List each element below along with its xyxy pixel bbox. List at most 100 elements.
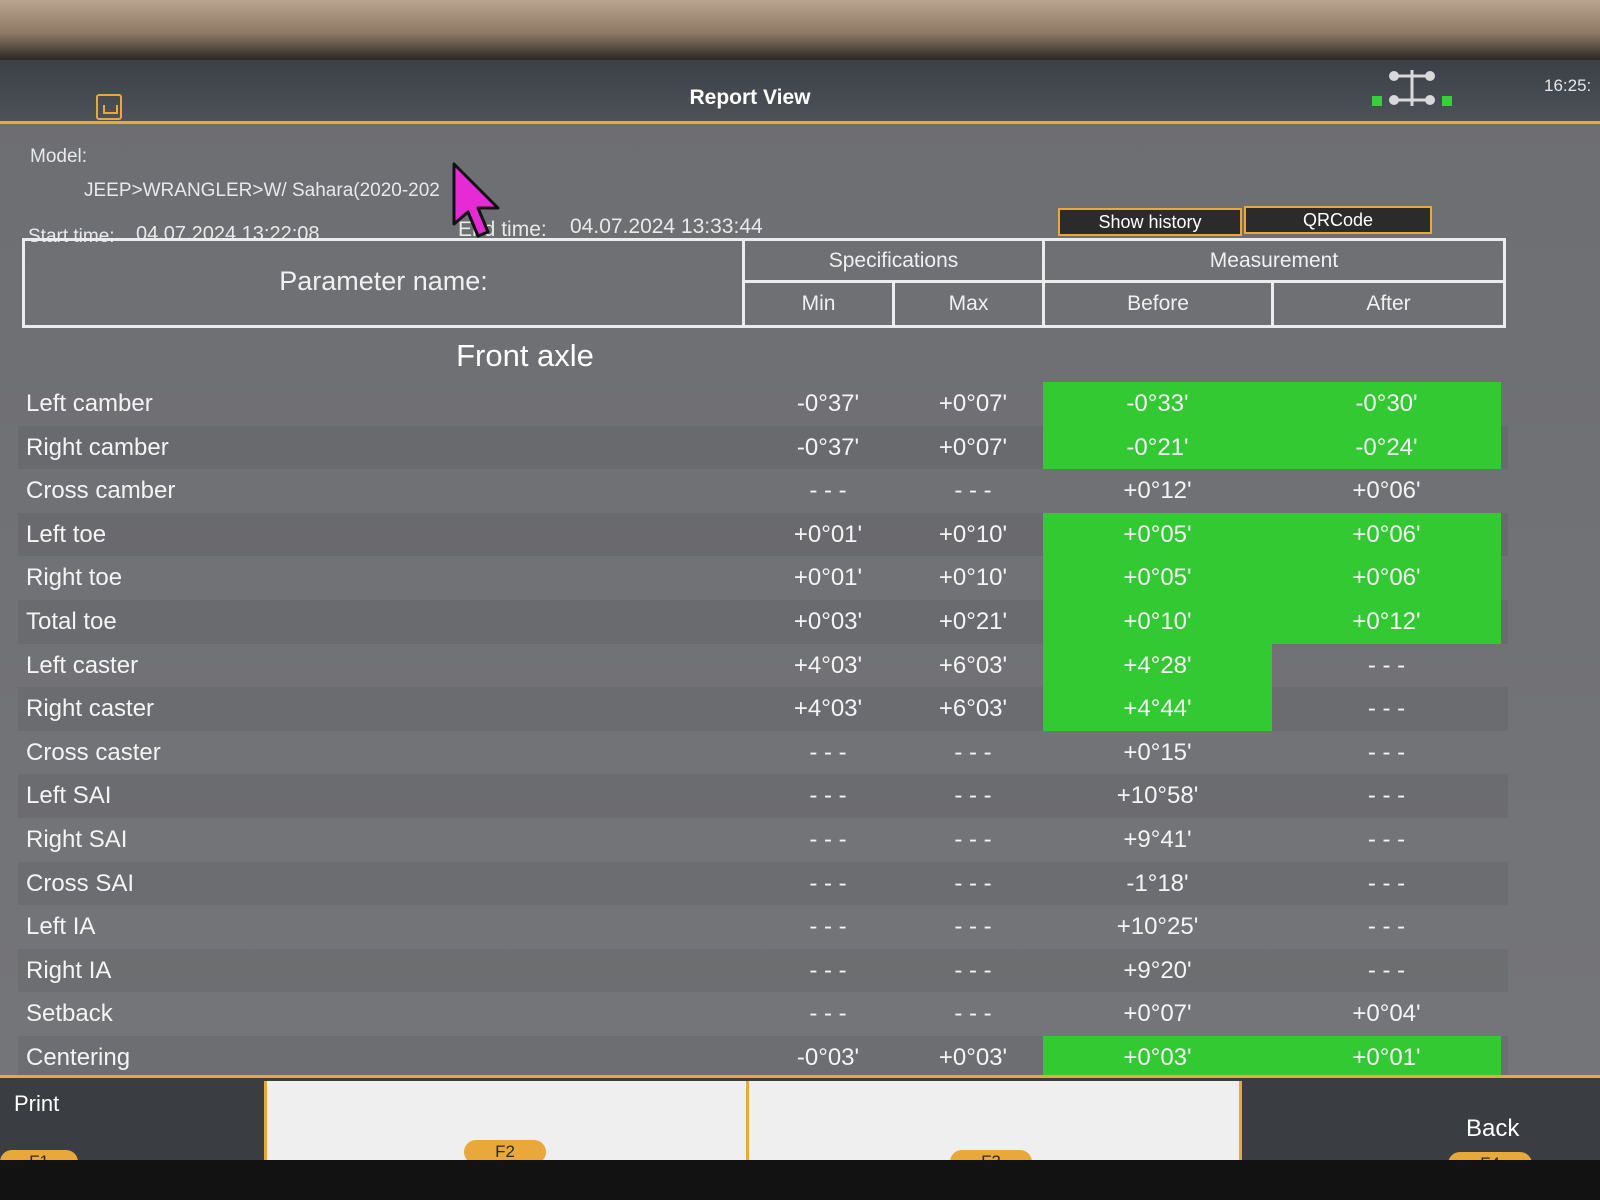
before-header: Before (1045, 283, 1274, 325)
model-value: JEEP>WRANGLER>W/ Sahara(2020-202 (84, 180, 440, 201)
before-value-cell: +0°07' (1123, 1000, 1192, 1028)
before-value-cell: -0°33' (1043, 382, 1272, 426)
table-row: Cross camber - - - - - - +0°12' +0°06' (18, 469, 1508, 513)
after-value-cell: -0°30' (1272, 382, 1501, 426)
before-value-cell: -0°21' (1043, 425, 1272, 470)
table-row: Right caster +4°03' +6°03' +4°44' - - - (18, 687, 1508, 731)
end-time-value: 04.07.2024 13:33:44 (570, 215, 763, 238)
parameter-name-cell: Setback (26, 1000, 113, 1028)
page-title: Report View (689, 86, 811, 109)
spec-max-cell: +0°07' (938, 433, 1008, 461)
parameter-name-cell: Right SAI (26, 825, 128, 853)
spec-min-cell: +0°01' (793, 564, 863, 592)
spec-max-cell: - - - (954, 869, 992, 897)
spec-min-cell: +4°03' (793, 651, 863, 679)
before-value-cell: +9°20' (1123, 956, 1192, 984)
parameter-name-cell: Total toe (26, 607, 117, 635)
show-history-button[interactable]: Show history (1058, 208, 1242, 236)
table-row: Right camber -0°37' +0°07' -0°21' -0°24' (18, 425, 1508, 470)
after-header: After (1366, 292, 1411, 315)
table-row: Total toe +0°03' +0°21' +0°10' +0°12' (18, 599, 1508, 644)
spec-min-cell: - - - (809, 913, 847, 941)
before-value-cell: +4°44' (1043, 687, 1272, 731)
spec-max-cell: - - - (954, 1000, 992, 1028)
table-row: Left SAI - - - - - - +10°58' - - - (18, 774, 1508, 818)
before-value-cell: +10°25' (1116, 913, 1199, 941)
after-value-cell: -0°24' (1272, 425, 1501, 470)
measurement-table: Left camber -0°37' +0°07' -0°33' -0°30' Right… (18, 382, 1508, 1080)
specifications-header: Specifications (745, 241, 1045, 283)
parameter-name-cell: Left SAI (26, 782, 112, 810)
table-row: Left IA - - - - - - +10°25' - - - (18, 905, 1508, 949)
clock: 16:25: (1544, 76, 1592, 95)
table-header: Parameter name: Specifications Measureme… (22, 238, 1506, 328)
axle-icon (1372, 70, 1452, 106)
after-value-cell: - - - (1367, 825, 1406, 853)
after-value-cell: - - - (1367, 913, 1406, 941)
spec-max-cell: - - - (954, 913, 992, 941)
report-view-screen: Report View 16:25: Model: JEEP>WRANGLER>… (0, 60, 1600, 1165)
table-row: Left caster +4°03' +6°03' +4°28' - - - (18, 643, 1508, 688)
spec-max-cell: +0°10' (938, 520, 1008, 548)
before-value-cell: +10°58' (1116, 782, 1199, 810)
after-value-cell: - - - (1367, 695, 1406, 723)
before-value-cell: +0°15' (1123, 738, 1192, 766)
after-value-cell: - - - (1367, 782, 1406, 810)
after-value-cell: +0°06' (1352, 477, 1421, 505)
spec-max-cell: +0°07' (938, 390, 1008, 417)
spec-min-cell: - - - (809, 825, 847, 853)
spec-min-cell: +0°01' (793, 520, 863, 548)
after-value-cell: +0°12' (1272, 599, 1501, 644)
before-value-cell: +0°03' (1043, 1035, 1272, 1080)
parameter-name-cell: Right IA (26, 956, 112, 984)
section-title: Front axle (456, 338, 594, 373)
spec-max-cell: +6°03' (938, 695, 1008, 723)
table-row: Right SAI - - - - - - +9°41' - - - (18, 818, 1508, 862)
parameter-name-cell: Right toe (26, 564, 123, 592)
parameter-name-cell: Left toe (26, 520, 107, 548)
after-value-cell: +0°04' (1352, 1000, 1421, 1028)
before-value-cell: +9°41' (1123, 825, 1192, 853)
report-icon[interactable] (96, 94, 122, 120)
before-value-cell: +0°05' (1043, 512, 1272, 557)
spec-max-cell: +0°21' (938, 607, 1008, 635)
parameter-name-cell: Left camber (26, 390, 153, 417)
spec-max-cell: +6°03' (938, 651, 1008, 679)
min-header: Min (745, 283, 895, 325)
before-value-cell: -1°18' (1126, 869, 1189, 897)
table-row: Right toe +0°01' +0°10' +0°05' +0°06' (18, 556, 1508, 600)
table-row: Cross caster - - - - - - +0°15' - - - (18, 731, 1508, 775)
before-value-cell: +0°05' (1043, 556, 1272, 600)
back-button[interactable]: Back (1466, 1115, 1519, 1143)
table-row: Left camber -0°37' +0°07' -0°33' -0°30' (18, 382, 1508, 426)
print-button[interactable]: Print (14, 1091, 59, 1117)
parameter-name-cell: Right camber (26, 433, 169, 461)
spec-max-cell: +0°10' (938, 564, 1008, 592)
after-value-cell: - - - (1367, 869, 1406, 897)
parameter-name-header: Parameter name: (25, 241, 745, 325)
spec-min-cell: +0°03' (793, 607, 863, 635)
spec-min-cell: -0°37' (796, 390, 860, 417)
back-slot[interactable] (1242, 1081, 1600, 1165)
mouse-pointer-icon (452, 162, 500, 238)
spec-min-cell: - - - (809, 1000, 847, 1028)
table-row: Centering -0°03' +0°03' +0°03' +0°01' (18, 1035, 1508, 1080)
spec-min-cell: +4°03' (793, 695, 863, 723)
spec-max-cell: - - - (954, 782, 992, 810)
spec-min-cell: - - - (809, 477, 847, 505)
model-label: Model: (30, 146, 88, 167)
max-header: Max (895, 283, 1045, 325)
spec-min-cell: -0°37' (796, 433, 860, 461)
spec-max-cell: +0°03' (938, 1043, 1008, 1071)
function-key-bar (0, 1075, 1600, 1165)
parameter-name-cell: Cross SAI (26, 869, 135, 897)
after-value-cell: - - - (1367, 651, 1406, 679)
after-value-cell: - - - (1367, 738, 1406, 766)
before-value-cell: +0°12' (1123, 477, 1192, 505)
table-row: Setback - - - - - - +0°07' +0°04' (18, 992, 1508, 1036)
spec-max-cell: - - - (954, 477, 992, 505)
qrcode-button[interactable]: QRCode (1244, 206, 1432, 234)
table-row: Right IA - - - - - - +9°20' - - - (18, 948, 1508, 993)
spec-min-cell: - - - (809, 782, 847, 810)
title-bar: Report View 16:25: (0, 60, 1600, 124)
